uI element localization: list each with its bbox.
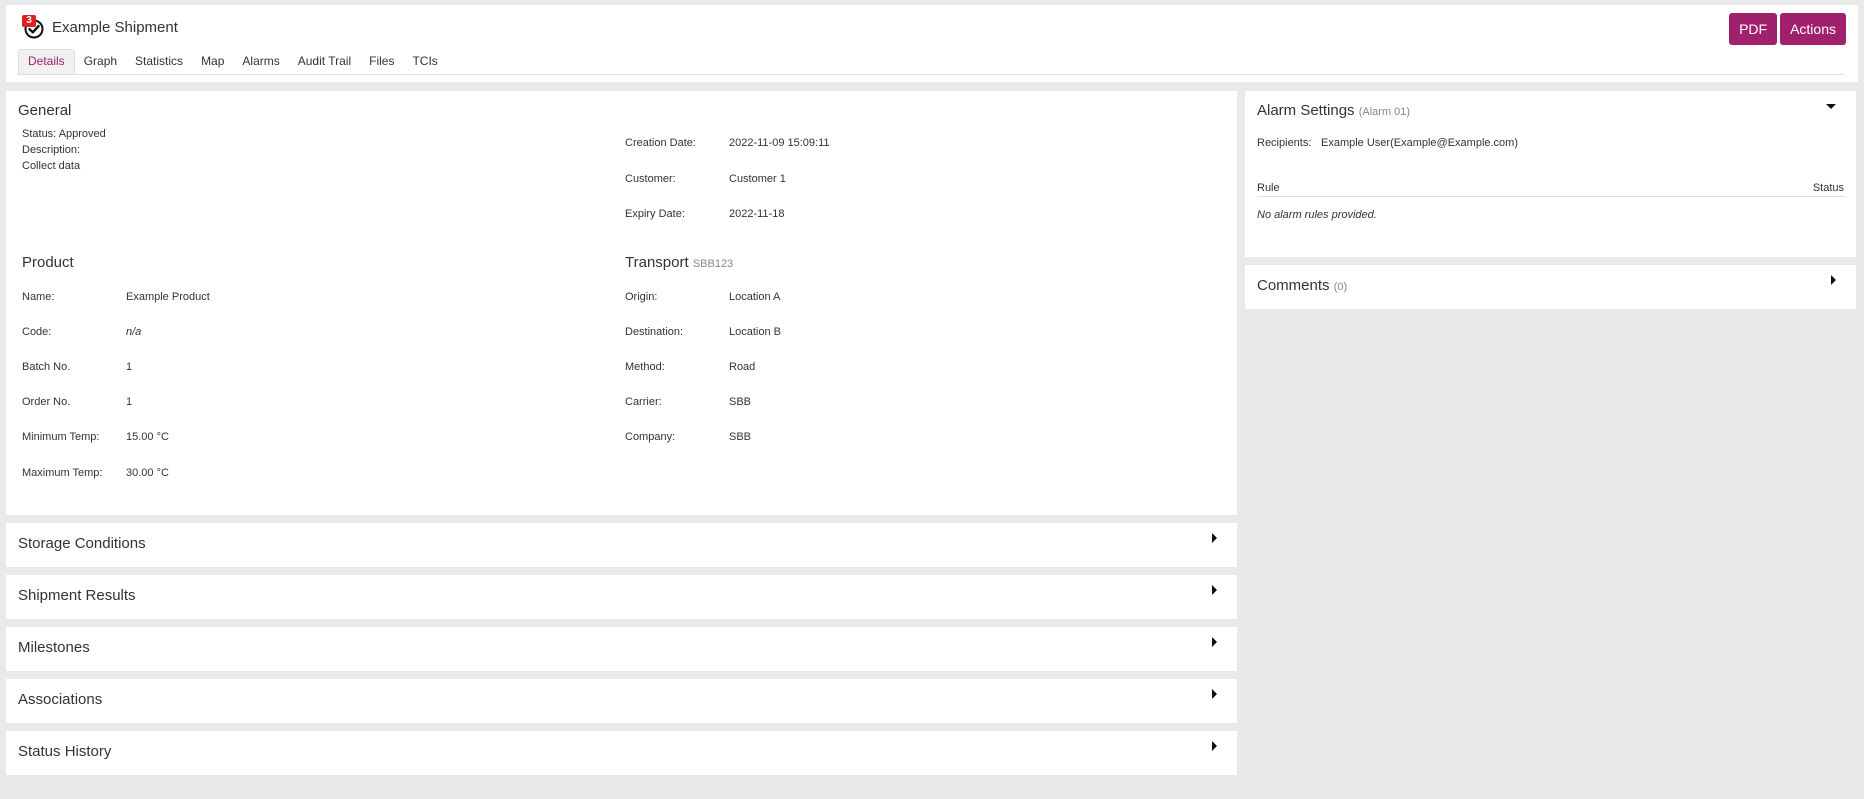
- tab-tcis[interactable]: TCIs: [403, 49, 446, 74]
- expand-caret-icon[interactable]: [1212, 637, 1217, 647]
- product-name-value: Example Product: [126, 291, 210, 303]
- storage-conditions-panel[interactable]: Storage Conditions: [6, 523, 1237, 567]
- method-label: Method:: [625, 361, 665, 373]
- comments-title: Comments (0): [1257, 277, 1347, 294]
- header-buttons: PDF Actions: [1729, 13, 1846, 45]
- tab-audit-trail[interactable]: Audit Trail: [289, 49, 360, 74]
- alarm-settings-title: Alarm Settings (Alarm 01): [1257, 102, 1410, 119]
- expand-caret-icon[interactable]: [1212, 533, 1217, 543]
- origin-label: Origin:: [625, 291, 658, 303]
- expiry-date-value: 2022-11-18: [729, 208, 785, 220]
- expand-caret-icon[interactable]: [1212, 741, 1217, 751]
- method-value: Road: [729, 361, 756, 373]
- recipients-label: Recipients:: [1257, 137, 1312, 149]
- milestones-panel[interactable]: Milestones: [6, 627, 1237, 671]
- status-history-panel[interactable]: Status History: [6, 731, 1237, 775]
- title-wrap: 3 Example Shipment: [22, 15, 178, 39]
- actions-button[interactable]: Actions: [1780, 13, 1846, 45]
- destination-value: Location B: [729, 326, 781, 338]
- product-code-value: n/a: [126, 326, 142, 338]
- description-value: Collect data: [22, 160, 81, 172]
- collapse-caret-icon[interactable]: [1826, 104, 1836, 109]
- status-text: Status: Approved: [22, 128, 106, 140]
- comments-count: (0): [1333, 281, 1348, 293]
- carrier-label: Carrier:: [625, 396, 662, 408]
- description-label: Description:: [22, 144, 81, 156]
- min-temp-value: 15.00 °C: [126, 431, 169, 443]
- table-header-divider: [1257, 196, 1844, 197]
- tab-files[interactable]: Files: [360, 49, 403, 74]
- alarm-settings-panel: Alarm Settings (Alarm 01) Recipients: Ex…: [1245, 91, 1856, 257]
- shipment-results-title: Shipment Results: [18, 587, 136, 604]
- approved-check-icon: 3: [22, 15, 46, 39]
- product-code-label: Code:: [22, 326, 52, 338]
- tab-statistics[interactable]: Statistics: [126, 49, 192, 74]
- creation-date-value: 2022-11-09 15:09:11: [729, 137, 830, 149]
- notification-badge: 3: [22, 15, 36, 27]
- company-value: SBB: [729, 431, 752, 443]
- transport-subtitle: SBB123: [692, 258, 734, 270]
- order-no-label: Order No.: [22, 396, 71, 408]
- page-header: 3 Example Shipment PDF Actions Details G…: [6, 5, 1858, 82]
- status-column-header: Status: [1812, 182, 1844, 194]
- tab-map[interactable]: Map: [192, 49, 233, 74]
- customer-label: Customer:: [625, 173, 676, 185]
- tab-alarms[interactable]: Alarms: [233, 49, 288, 74]
- pdf-button[interactable]: PDF: [1729, 13, 1778, 45]
- storage-conditions-title: Storage Conditions: [18, 535, 146, 552]
- comments-panel[interactable]: Comments (0): [1245, 265, 1856, 309]
- creation-date-label: Creation Date:: [625, 137, 696, 149]
- expand-caret-icon[interactable]: [1212, 689, 1217, 699]
- expand-caret-icon[interactable]: [1212, 585, 1217, 595]
- rule-column-header: Rule: [1257, 182, 1280, 194]
- associations-title: Associations: [18, 691, 103, 708]
- recipients-value: Example User(Example@Example.com): [1321, 137, 1519, 149]
- status-history-title: Status History: [18, 743, 112, 760]
- order-no-value: 1: [126, 396, 133, 408]
- transport-title-text: Transport: [625, 254, 689, 271]
- expiry-date-label: Expiry Date:: [625, 208, 685, 220]
- product-name-label: Name:: [22, 291, 55, 303]
- product-title: Product: [22, 254, 74, 271]
- destination-label: Destination:: [625, 326, 684, 338]
- origin-value: Location A: [729, 291, 781, 303]
- alarm-settings-subtitle: (Alarm 01): [1358, 106, 1411, 118]
- tab-graph[interactable]: Graph: [75, 49, 126, 74]
- shipment-results-panel[interactable]: Shipment Results: [6, 575, 1237, 619]
- tab-details[interactable]: Details: [18, 49, 75, 74]
- company-label: Company:: [625, 431, 676, 443]
- alarm-settings-title-text: Alarm Settings: [1257, 102, 1355, 119]
- milestones-title: Milestones: [18, 639, 90, 656]
- page-title: Example Shipment: [52, 18, 178, 36]
- carrier-value: SBB: [729, 396, 752, 408]
- general-title: General: [18, 102, 72, 119]
- min-temp-label: Minimum Temp:: [22, 431, 100, 443]
- no-alarm-rules-text: No alarm rules provided.: [1257, 209, 1377, 221]
- batch-no-value: 1: [126, 361, 133, 373]
- associations-panel[interactable]: Associations: [6, 679, 1237, 723]
- max-temp-label: Maximum Temp:: [22, 467, 103, 479]
- batch-no-label: Batch No.: [22, 361, 71, 373]
- max-temp-value: 30.00 °C: [126, 467, 169, 479]
- customer-value: Customer 1: [729, 173, 786, 185]
- comments-title-text: Comments: [1257, 277, 1330, 294]
- general-panel: General Status: Approved Description: Co…: [6, 91, 1237, 515]
- expand-caret-icon[interactable]: [1831, 275, 1836, 285]
- tab-bar: Details Graph Statistics Map Alarms Audi…: [18, 49, 1844, 75]
- transport-title: Transport SBB123: [625, 254, 733, 271]
